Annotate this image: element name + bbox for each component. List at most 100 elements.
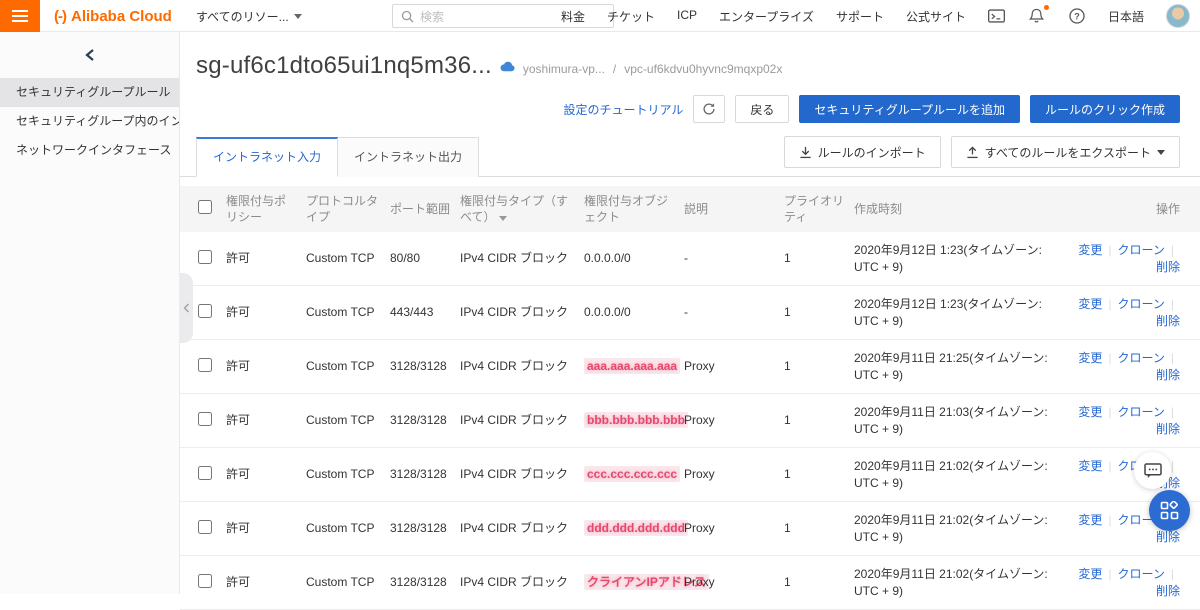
action-delete-link[interactable]: 削除 bbox=[1156, 422, 1180, 436]
action-modify-link[interactable]: 変更 bbox=[1078, 405, 1102, 419]
alibaba-logo-text: Alibaba Cloud bbox=[71, 8, 172, 25]
import-rules-button[interactable]: ルールのインポート bbox=[784, 136, 941, 168]
resource-group-selector[interactable]: すべてのリソー... bbox=[196, 0, 302, 32]
console-terminal-icon[interactable] bbox=[988, 7, 1006, 25]
cell-policy: 許可 bbox=[226, 412, 306, 429]
cell-object: クライアンIPアドレス bbox=[584, 574, 684, 591]
row-checkbox[interactable] bbox=[198, 250, 212, 264]
action-modify-link[interactable]: 変更 bbox=[1078, 243, 1102, 257]
cell-priority: 1 bbox=[784, 466, 854, 483]
sidebar-back-button[interactable] bbox=[0, 32, 179, 78]
cell-value: IPv4 CIDR ブロック bbox=[460, 575, 568, 589]
cell-value: 2020年9月11日 21:02(タイムゾーン: UTC + 9) bbox=[854, 567, 1048, 598]
cell-created: 2020年9月12日 1:23(タイムゾーン: UTC + 9) bbox=[854, 296, 1064, 330]
alibaba-cloud-logo[interactable]: (-) Alibaba Cloud bbox=[54, 0, 172, 32]
tab[interactable]: イントラネット出力 bbox=[338, 137, 479, 177]
action-modify-link[interactable]: 変更 bbox=[1078, 297, 1102, 311]
column-header-label: ポート範囲 bbox=[390, 202, 450, 216]
add-security-group-rule-button[interactable]: セキュリティグループルールを追加 bbox=[799, 95, 1020, 123]
cell-value: 許可 bbox=[226, 521, 250, 535]
action-clone-link[interactable]: クローン bbox=[1117, 405, 1164, 419]
cell-value: 0.0.0.0/0 bbox=[584, 251, 631, 265]
action-clone-link[interactable]: クローン bbox=[1117, 243, 1164, 257]
cell-value: Proxy bbox=[684, 359, 715, 373]
help-icon[interactable]: ? bbox=[1068, 7, 1086, 25]
row-checkbox[interactable] bbox=[198, 304, 212, 318]
action-clone-link[interactable]: クローン bbox=[1117, 351, 1164, 365]
cell-grant-type: IPv4 CIDR ブロック bbox=[460, 250, 584, 267]
cell-description: - bbox=[684, 304, 784, 321]
cell-value: Proxy bbox=[684, 413, 715, 427]
action-clone-link[interactable]: クローン bbox=[1117, 297, 1164, 311]
action-delete-link[interactable]: 削除 bbox=[1156, 584, 1180, 598]
column-header-label: 作成時刻 bbox=[854, 202, 902, 216]
breadcrumb-vpc-id[interactable]: vpc-uf6kdvu0hyvnc9mqxp02x bbox=[624, 62, 782, 76]
cell-value: 2020年9月12日 1:23(タイムゾーン: UTC + 9) bbox=[854, 297, 1042, 328]
column-header-label: プライオリティ bbox=[784, 194, 844, 224]
mini-apps-button[interactable] bbox=[1149, 490, 1190, 531]
cell-priority: 1 bbox=[784, 358, 854, 375]
breadcrumb-vpc-name[interactable]: yoshimura-vp... bbox=[523, 62, 605, 76]
topbar-menu-item[interactable]: チケット bbox=[607, 8, 655, 25]
user-avatar[interactable] bbox=[1166, 4, 1190, 28]
sidebar-item[interactable]: ネットワークインタフェース bbox=[0, 136, 179, 165]
export-rules-button[interactable]: すべてのルールをエクスポート bbox=[951, 136, 1180, 168]
breadcrumb-separator: / bbox=[613, 62, 616, 76]
upload-icon bbox=[966, 146, 979, 159]
refresh-button[interactable] bbox=[693, 95, 725, 123]
quick-create-rule-button[interactable]: ルールのクリック作成 bbox=[1030, 95, 1180, 123]
row-checkbox[interactable] bbox=[198, 412, 212, 426]
redacted-value: aaa.aaa.aaa.aaa bbox=[584, 358, 680, 374]
alibaba-logo-icon: (-) bbox=[54, 8, 66, 25]
action-modify-link[interactable]: 変更 bbox=[1078, 513, 1102, 527]
topbar-menu-item[interactable]: エンタープライズ bbox=[719, 8, 814, 25]
action-modify-link[interactable]: 変更 bbox=[1078, 351, 1102, 365]
column-header: 権限付与タイプ（すべて） bbox=[460, 193, 584, 225]
column-header-label: 権限付与ポリシー bbox=[226, 194, 286, 224]
cell-protocol: Custom TCP bbox=[306, 520, 390, 537]
topbar-menu-item[interactable]: 公式サイト bbox=[906, 8, 966, 25]
row-checkbox[interactable] bbox=[198, 466, 212, 480]
action-delete-link[interactable]: 削除 bbox=[1156, 530, 1180, 544]
tab[interactable]: イントラネット入力 bbox=[196, 137, 338, 177]
action-modify-link[interactable]: 変更 bbox=[1078, 567, 1102, 581]
cell-description: Proxy bbox=[684, 466, 784, 483]
table-header: 権限付与ポリシープロトコルタイプポート範囲権限付与タイプ（すべて）権限付与オブジ… bbox=[180, 186, 1200, 232]
action-delete-link[interactable]: 削除 bbox=[1156, 368, 1180, 382]
sidebar-collapse-handle[interactable] bbox=[179, 273, 193, 343]
cell-value: 許可 bbox=[226, 575, 250, 589]
action-separator: | bbox=[1108, 351, 1111, 365]
topbar-menu-item[interactable]: 料金 bbox=[561, 8, 585, 25]
select-all-checkbox[interactable] bbox=[198, 200, 212, 214]
action-modify-link[interactable]: 変更 bbox=[1078, 459, 1102, 473]
notifications-bell-icon[interactable] bbox=[1028, 7, 1046, 25]
hamburger-menu-button[interactable] bbox=[0, 0, 40, 32]
sidebar-item[interactable]: セキュリティグループルール bbox=[0, 78, 179, 107]
cell-value: 1 bbox=[784, 575, 791, 589]
sidebar-item[interactable]: セキュリティグループ内のインスタンス bbox=[0, 107, 179, 136]
language-selector[interactable]: 日本語 bbox=[1108, 8, 1144, 25]
row-checkbox[interactable] bbox=[198, 358, 212, 372]
feedback-chat-button[interactable] bbox=[1134, 452, 1171, 489]
action-clone-link[interactable]: クローン bbox=[1117, 567, 1164, 581]
cell-created: 2020年9月11日 21:02(タイムゾーン: UTC + 9) bbox=[854, 512, 1064, 546]
topbar-menu-item[interactable]: サポート bbox=[836, 8, 884, 25]
topbar-menu-item[interactable]: ICP bbox=[677, 8, 697, 25]
back-button[interactable]: 戻る bbox=[735, 95, 789, 123]
cell-port: 3128/3128 bbox=[390, 466, 460, 483]
filter-caret-icon[interactable] bbox=[499, 216, 507, 221]
resource-group-selector-label: すべてのリソー... bbox=[196, 8, 289, 25]
column-header: プライオリティ bbox=[784, 193, 854, 225]
column-header: 説明 bbox=[684, 201, 784, 217]
row-checkbox[interactable] bbox=[198, 574, 212, 588]
vpc-cloud-icon bbox=[500, 61, 515, 72]
download-icon bbox=[799, 146, 812, 159]
cell-description: Proxy bbox=[684, 574, 784, 591]
tutorial-link[interactable]: 設定のチュートリアル bbox=[564, 101, 684, 118]
search-icon bbox=[401, 10, 414, 23]
action-delete-link[interactable]: 削除 bbox=[1156, 260, 1180, 274]
row-checkbox[interactable] bbox=[198, 520, 212, 534]
action-delete-link[interactable]: 削除 bbox=[1156, 314, 1180, 328]
cell-priority: 1 bbox=[784, 412, 854, 429]
notification-dot bbox=[1044, 5, 1049, 10]
